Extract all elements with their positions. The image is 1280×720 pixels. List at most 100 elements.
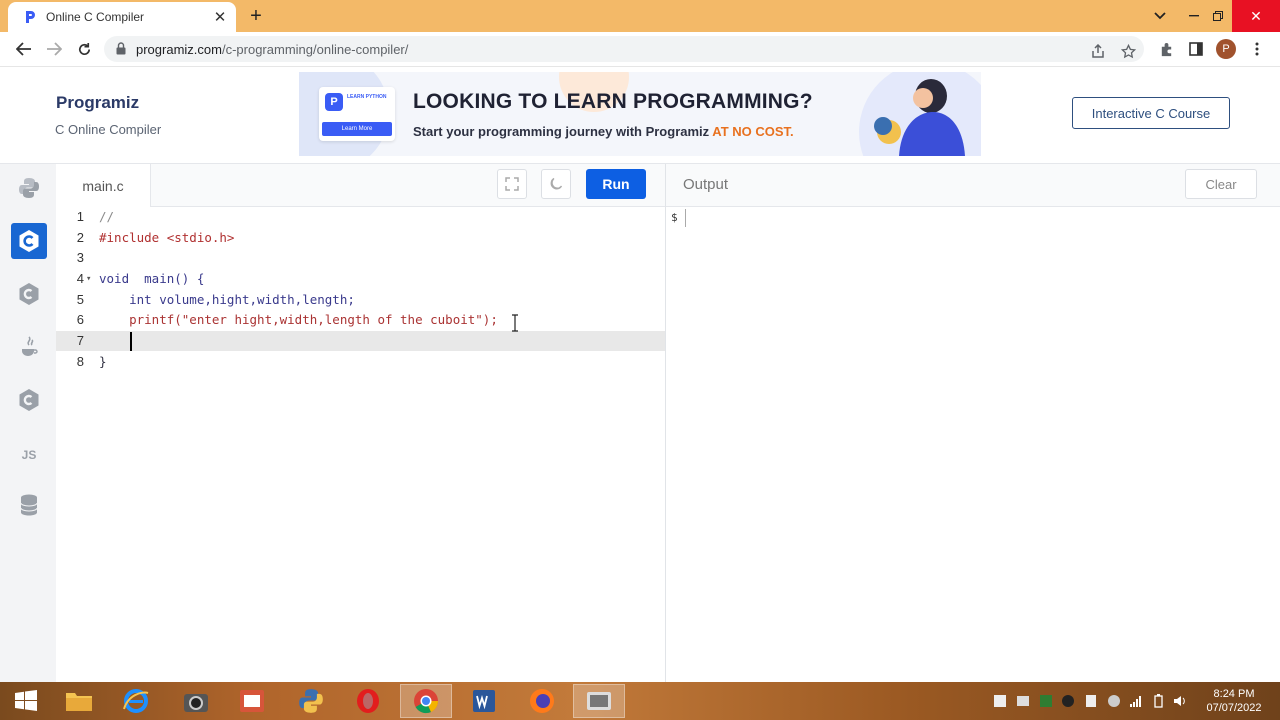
browser-tab-strip: Online C Compiler ✕ + ✕ — [0, 0, 1280, 32]
tray-app-icon[interactable] — [1015, 693, 1031, 709]
cpp-icon[interactable] — [11, 276, 47, 312]
site-header: Programiz C Online Compiler P LEARN PYTH… — [0, 67, 1280, 164]
dark-mode-moon-icon[interactable] — [541, 169, 571, 199]
js-icon[interactable]: JS — [11, 437, 47, 473]
volume-icon[interactable] — [1172, 693, 1188, 709]
file-tab-main-c[interactable]: main.c — [56, 164, 151, 207]
output-title: Output — [683, 176, 729, 193]
line-number: 3 — [76, 250, 84, 265]
video-app-icon[interactable] — [573, 684, 625, 718]
bookmark-star-icon[interactable] — [1118, 41, 1138, 61]
code-text: printf("enter hight,width,length of the … — [99, 312, 498, 327]
output-console[interactable]: $ — [666, 207, 1280, 682]
interactive-c-course-button[interactable]: Interactive C Course — [1072, 97, 1230, 129]
code-line: 2 #include <stdio.h> — [56, 228, 665, 248]
code-line-active: 7 — [56, 331, 665, 351]
banner-headline: LOOKING TO LEARN PROGRAMMING? — [413, 90, 813, 113]
browser-tab[interactable]: Online C Compiler ✕ — [8, 2, 236, 32]
share-icon[interactable] — [1088, 41, 1108, 61]
programiz-favicon-icon — [22, 9, 38, 25]
tray-app-icon[interactable] — [1106, 693, 1122, 709]
minimize-icon[interactable] — [1182, 0, 1206, 32]
url-host: programiz.com — [136, 42, 222, 57]
presentation-app-icon[interactable] — [226, 684, 278, 718]
learn-python-label: LEARN PYTHON — [347, 94, 387, 100]
restore-icon[interactable] — [1206, 0, 1230, 32]
output-header: Output Clear — [666, 164, 1280, 207]
tray-app-icon[interactable] — [1038, 693, 1054, 709]
close-window-icon[interactable]: ✕ — [1232, 0, 1280, 32]
line-number: 7 — [76, 333, 84, 348]
line-number: 4 — [76, 271, 84, 286]
promo-banner[interactable]: P LEARN PYTHON Learn More LOOKING TO LEA… — [299, 72, 981, 156]
tray-app-icon[interactable] — [1083, 693, 1099, 709]
line-number: 6 — [76, 312, 84, 327]
code-text: void main() { — [99, 271, 205, 286]
windows-taskbar: 8:24 PM 07/07/2022 — [0, 682, 1280, 720]
code-line: 8 } — [56, 352, 665, 372]
lock-icon — [116, 42, 126, 60]
c-icon[interactable] — [11, 223, 47, 259]
text-cursor — [130, 332, 132, 351]
extensions-icon[interactable] — [1154, 37, 1178, 61]
python-icon[interactable] — [11, 170, 47, 206]
code-line: 5 int volume,hight,width,length; — [56, 290, 665, 310]
reload-icon[interactable] — [72, 37, 96, 61]
back-icon[interactable] — [12, 37, 36, 61]
code-line: 3 — [56, 248, 665, 268]
camera-app-icon[interactable] — [170, 684, 222, 718]
opera-icon[interactable] — [342, 684, 394, 718]
line-number: 8 — [76, 354, 84, 369]
banner-tagline-text: Start your programming journey with Prog… — [413, 124, 710, 139]
battery-icon[interactable] — [1150, 693, 1166, 709]
code-text: #include <stdio.h> — [99, 230, 235, 245]
fullscreen-icon[interactable] — [497, 169, 527, 199]
code-text: // — [99, 209, 115, 224]
browser-menu-icon[interactable] — [1245, 37, 1269, 61]
tray-app-icon[interactable] — [1060, 693, 1076, 709]
line-number: 2 — [76, 230, 84, 245]
chrome-icon[interactable] — [400, 684, 452, 718]
signal-icon[interactable] — [1128, 693, 1144, 709]
run-button[interactable]: Run — [586, 169, 646, 199]
learn-more-button[interactable]: Learn More — [322, 122, 392, 136]
code-editor[interactable]: 1 // 2 #include <stdio.h> 3 4 ▾ void mai… — [56, 207, 665, 682]
language-sidebar: JS — [0, 164, 57, 682]
js-icon-label: JS — [21, 448, 37, 462]
ibeam-cursor-icon — [512, 314, 518, 332]
tab-title: Online C Compiler — [46, 10, 145, 24]
fold-arrow-icon[interactable]: ▾ — [86, 269, 91, 289]
clear-button[interactable]: Clear — [1185, 169, 1257, 199]
browser-toolbar: programiz.com/c-programming/online-compi… — [0, 32, 1280, 67]
learn-python-card: P LEARN PYTHON Learn More — [319, 87, 395, 141]
sql-icon[interactable] — [11, 487, 47, 523]
windows-start-icon[interactable] — [0, 684, 52, 718]
person-illustration-icon — [874, 79, 965, 156]
line-number: 1 — [76, 209, 84, 224]
tab-search-chevron-icon[interactable] — [1148, 0, 1172, 32]
programiz-logo[interactable]: Programiz — [56, 93, 139, 113]
programiz-p-icon: P — [325, 93, 343, 111]
java-icon[interactable] — [11, 329, 47, 365]
file-explorer-icon[interactable] — [53, 684, 105, 718]
python-app-icon[interactable] — [285, 684, 337, 718]
compiler-subtitle: C Online Compiler — [55, 122, 162, 137]
csharp-icon[interactable] — [11, 382, 47, 418]
internet-explorer-icon[interactable] — [110, 684, 162, 718]
firefox-icon[interactable] — [516, 684, 568, 718]
code-line: 1 // — [56, 207, 665, 227]
code-line: 6 printf("enter hight,width,length of th… — [56, 310, 665, 330]
profile-avatar[interactable]: P — [1216, 39, 1236, 59]
new-tab-icon[interactable]: + — [246, 6, 266, 26]
close-tab-icon[interactable]: ✕ — [210, 7, 230, 27]
side-panel-icon[interactable] — [1184, 37, 1208, 61]
url-text: programiz.com/c-programming/online-compi… — [136, 42, 408, 57]
word-icon[interactable] — [458, 684, 510, 718]
system-clock[interactable]: 8:24 PM 07/07/2022 — [1198, 687, 1270, 715]
tray-app-icon[interactable] — [992, 693, 1008, 709]
editor-toolbar: main.c Run — [56, 164, 666, 207]
clock-date: 07/07/2022 — [1206, 702, 1262, 714]
forward-icon[interactable] — [42, 37, 66, 61]
code-text: int volume,hight,width,length; — [99, 292, 355, 307]
address-bar[interactable]: programiz.com/c-programming/online-compi… — [104, 36, 1144, 62]
